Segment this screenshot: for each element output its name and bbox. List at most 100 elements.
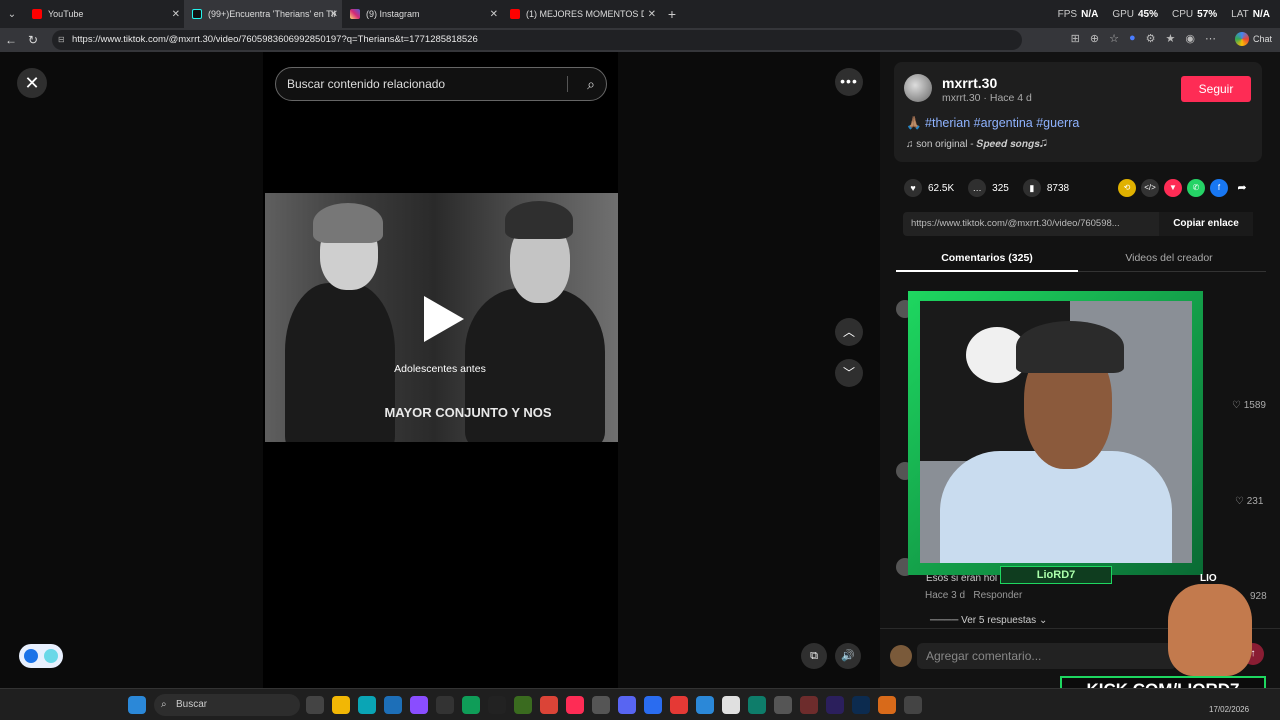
app-icon[interactable]: ⊞ — [1071, 32, 1080, 45]
app-icon[interactable] — [514, 696, 532, 714]
app-icon[interactable] — [644, 696, 662, 714]
play-icon[interactable] — [424, 296, 464, 342]
close-icon[interactable]: ✕ — [17, 68, 47, 98]
chat-label: Chat — [1252, 34, 1272, 44]
tab-comments[interactable]: Comentarios (325) — [896, 252, 1078, 264]
taskbar-search[interactable]: ⌕ Buscar — [154, 694, 300, 716]
reply-button[interactable]: Responder — [973, 590, 1022, 601]
comment-like-count[interactable]: ♡ 1589 — [1232, 400, 1266, 411]
tab-creator-videos[interactable]: Videos del creador — [1078, 252, 1260, 264]
volume-icon[interactable]: 🔊 — [835, 643, 861, 669]
site-info-icon[interactable]: ⊟ — [58, 30, 65, 50]
epic-games-icon[interactable] — [488, 696, 506, 714]
tab-instagram[interactable]: (9) Instagram ✕ — [342, 0, 502, 28]
menu-dots-icon[interactable]: ⋯ — [1205, 32, 1216, 45]
mascot-avatar — [1168, 584, 1252, 676]
favorite-star-icon[interactable]: ☆ — [1109, 32, 1119, 45]
comment-button[interactable]: … 325 — [968, 179, 1009, 197]
edge-icon[interactable] — [358, 696, 376, 714]
premiere-icon[interactable] — [826, 696, 844, 714]
extensions-puzzle-icon[interactable]: ⚙ — [1146, 32, 1156, 45]
app-icon[interactable] — [462, 696, 480, 714]
close-tab-icon[interactable]: ✕ — [330, 9, 338, 20]
comment-icon: … — [968, 179, 987, 197]
app-icon[interactable] — [800, 696, 818, 714]
app-icon[interactable] — [670, 696, 688, 714]
zoom-icon[interactable]: ⊕ — [1090, 32, 1099, 45]
profile-avatar-icon[interactable]: ◉ — [1185, 32, 1195, 45]
previous-video-chevron-up-icon[interactable]: ︿ — [835, 318, 863, 346]
search-icon[interactable]: ⌕ — [587, 68, 595, 100]
extension-pill[interactable] — [19, 644, 63, 668]
app-icon[interactable] — [748, 696, 766, 714]
view-replies-button[interactable]: ──── Ver 5 respuestas ⌄ — [930, 615, 1047, 626]
right-hair — [505, 201, 573, 239]
app-icon[interactable] — [592, 696, 610, 714]
copilot-chat-button[interactable]: Chat — [1234, 32, 1272, 46]
save-count: 8738 — [1046, 182, 1070, 194]
bookmark-icon: ▮ — [1022, 179, 1041, 197]
tiktok-icon[interactable] — [566, 696, 584, 714]
tab-list-chevron-icon[interactable]: ⌄ — [0, 9, 24, 20]
more-options-icon[interactable]: ••• — [835, 68, 863, 96]
follow-button[interactable]: Seguir — [1181, 76, 1251, 102]
my-avatar — [890, 645, 912, 667]
new-tab-button[interactable]: + — [660, 6, 684, 22]
repost-icon[interactable]: ⟲ — [1118, 179, 1136, 197]
save-button[interactable]: ▮ 8738 — [1022, 179, 1070, 197]
copy-link-button[interactable]: Copiar enlace — [1159, 212, 1253, 236]
tab-youtube[interactable]: YouTube ✕ — [24, 0, 184, 28]
discord-icon[interactable] — [410, 696, 428, 714]
send-to-friend-icon[interactable]: ▼ — [1164, 179, 1182, 197]
music-line[interactable]: ♫ son original - 𝑺𝒑𝒆𝒆𝒅 𝒔𝒐𝒏𝒈𝒔🎜 — [906, 139, 1047, 150]
tab-tiktok[interactable]: (99+)Encuentra 'Therians' en TikTo ✕ — [184, 0, 342, 28]
windows-start-icon[interactable] — [128, 696, 146, 714]
share-link-text: https://www.tiktok.com/@mxrrt.30/video/7… — [911, 218, 1120, 229]
gpu-stat: GPU 45% — [1112, 8, 1159, 20]
facebook-icon[interactable]: f — [1210, 179, 1228, 197]
comment-count: 325 — [992, 182, 1009, 194]
extension-icon[interactable]: ● — [1129, 32, 1136, 45]
file-explorer-icon[interactable] — [332, 696, 350, 714]
task-view-icon[interactable] — [306, 696, 324, 714]
app-icon[interactable] — [878, 696, 896, 714]
tab-youtube-stream[interactable]: (1) MEJORES MOMENTOS DE STRE ✕ — [502, 0, 660, 28]
next-video-chevron-down-icon[interactable]: ﹀ — [835, 359, 863, 387]
favorites-icon[interactable]: ★ — [1166, 32, 1176, 45]
extension-right-icon — [44, 649, 58, 663]
close-tab-icon[interactable]: ✕ — [490, 9, 498, 20]
close-tab-icon[interactable]: ✕ — [172, 9, 180, 20]
app-icon[interactable] — [774, 696, 792, 714]
teams-icon[interactable] — [618, 696, 636, 714]
comment-like-count[interactable]: ♡ 231 — [1235, 496, 1263, 507]
app-icon[interactable] — [722, 696, 740, 714]
performance-overlay: FPS N/A GPU 45% CPU 57% LAT N/A — [1058, 0, 1270, 28]
share-link-field[interactable]: https://www.tiktok.com/@mxrrt.30/video/7… — [903, 212, 1253, 236]
photoshop-icon[interactable] — [852, 696, 870, 714]
back-arrow-icon[interactable]: ← — [0, 33, 22, 47]
author-username[interactable]: mxrrt.30 — [942, 75, 997, 91]
taskbar-search-label: Buscar — [176, 699, 208, 710]
post-hashtags[interactable]: 🙏🏽 #therian #argentina #guerra — [906, 116, 1079, 131]
obs-icon[interactable] — [436, 696, 454, 714]
address-bar-icons: ⊞ ⊕ ☆ ● ⚙ ★ ◉ ⋯ — [1071, 32, 1216, 45]
heart-icon: ♥ — [904, 179, 922, 197]
like-button[interactable]: ♥ 62.5K — [904, 179, 954, 197]
app-icon[interactable] — [696, 696, 714, 714]
miniplayer-icon[interactable]: ⧉ — [801, 643, 827, 669]
store-icon[interactable] — [384, 696, 402, 714]
embed-code-icon[interactable]: </> — [1141, 179, 1159, 197]
whatsapp-icon[interactable]: ✆ — [1187, 179, 1205, 197]
comment-like-count[interactable]: 928 — [1250, 591, 1267, 602]
chrome-icon[interactable] — [540, 696, 558, 714]
related-search-input[interactable]: Buscar contenido relacionado ⌕ — [275, 67, 607, 101]
close-tab-icon[interactable]: ✕ — [648, 9, 656, 20]
share-arrow-icon[interactable]: ➦ — [1233, 179, 1251, 197]
address-bar[interactable]: ⊟ https://www.tiktok.com/@mxrrt.30/video… — [52, 30, 1022, 50]
app-icon[interactable] — [904, 696, 922, 714]
mascot-label: LIO — [1200, 573, 1217, 584]
reload-icon[interactable]: ↻ — [22, 33, 44, 47]
pinned-apps — [306, 696, 922, 714]
comment-input[interactable]: Agregar comentario... — [917, 643, 1177, 669]
author-avatar[interactable] — [904, 74, 932, 102]
